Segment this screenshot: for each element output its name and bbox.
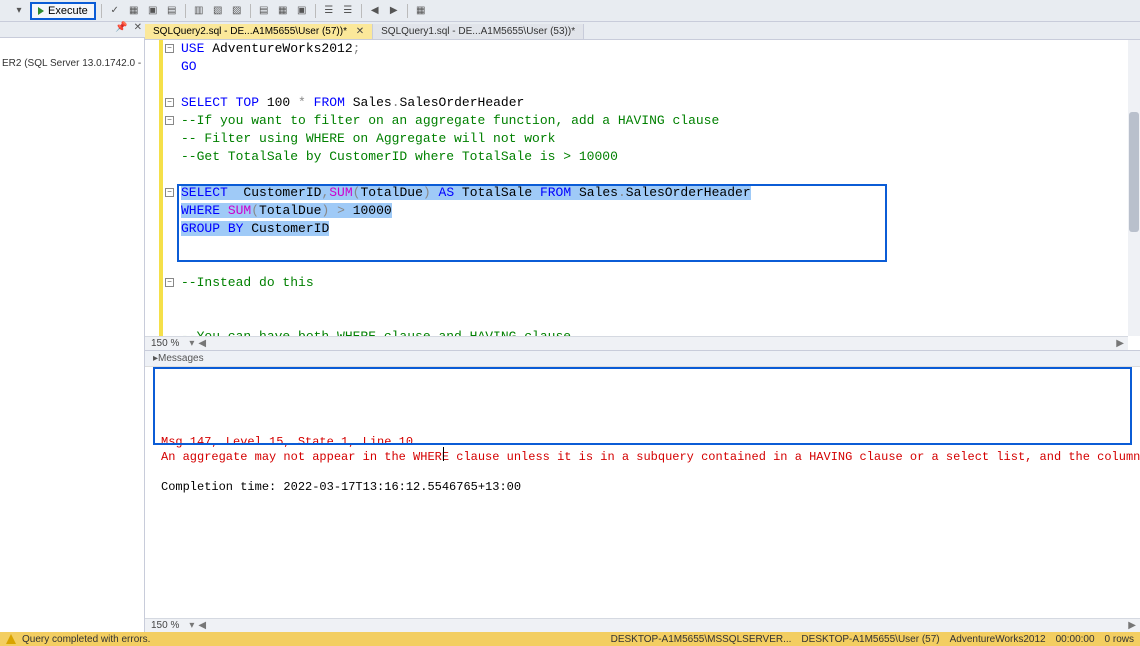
messages-horizontal-scrollbar[interactable]: 150 % ▾ ◀ ▶	[145, 618, 1140, 632]
uncomment-icon[interactable]: ☰	[340, 3, 356, 19]
editor-line[interactable]: −SELECT CustomerID,SUM(TotalDue) AS Tota…	[181, 184, 1128, 202]
close-icon[interactable]: ✕	[356, 26, 364, 37]
parse-icon[interactable]: ✓	[107, 3, 123, 19]
editor-line[interactable]: GO	[181, 58, 1128, 76]
messages-tab-label: Messages	[158, 353, 204, 364]
file-tabs: SQLQuery2.sql - DE...A1M5655\User (57))*…	[145, 22, 1140, 40]
editor-vertical-scrollbar[interactable]	[1128, 40, 1140, 336]
editor-zoom-level[interactable]: 150 %	[145, 338, 185, 349]
live-stats-icon[interactable]: ▧	[210, 3, 226, 19]
fold-toggle-icon[interactable]: −	[165, 116, 174, 125]
messages-body[interactable]: Msg 147, Level 15, State 1, Line 10An ag…	[145, 367, 1140, 618]
editor-line[interactable]: GROUP BY CustomerID	[181, 220, 1128, 238]
status-message: Query completed with errors.	[22, 634, 150, 645]
warning-icon	[6, 634, 16, 644]
editor-line[interactable]: −--Instead do this	[181, 274, 1128, 292]
fold-toggle-icon[interactable]: −	[165, 188, 174, 197]
decrease-indent-icon[interactable]: ◀	[367, 3, 383, 19]
object-explorer-tabrow: 📌 ✕	[0, 22, 145, 38]
results-to-text-icon[interactable]: ▤	[256, 3, 272, 19]
editor-line[interactable]	[181, 166, 1128, 184]
editor-line[interactable]: -- Filter using WHERE on Aggregate will …	[181, 130, 1128, 148]
editor-line[interactable]: --Get TotalSale by CustomerID where Tota…	[181, 148, 1128, 166]
object-explorer-body[interactable]: ER2 (SQL Server 13.0.1742.0 - DESKTOP-A	[0, 38, 145, 632]
specify-values-icon[interactable]: ▦	[413, 3, 429, 19]
editor-line[interactable]	[181, 76, 1128, 94]
editor-line[interactable]	[181, 310, 1128, 328]
editor-line[interactable]: WHERE SUM(TotalDue) > 10000	[181, 202, 1128, 220]
main-area: SQLQuery2.sql - DE...A1M5655\User (57))*…	[145, 22, 1140, 632]
intellisense-icon[interactable]: ▤	[164, 3, 180, 19]
comment-icon[interactable]: ☰	[321, 3, 337, 19]
pin-icon[interactable]: 📌	[112, 22, 130, 37]
fold-toggle-icon[interactable]: −	[165, 278, 174, 287]
increase-indent-icon[interactable]: ▶	[386, 3, 402, 19]
message-line: Msg 147, Level 15, State 1, Line 10	[161, 435, 1124, 450]
sql-editor[interactable]: −USE AdventureWorks2012;GO −SELECT TOP 1…	[145, 40, 1140, 350]
toolbar: ▾ Execute ✓ ▦ ▣ ▤ ▥ ▧ ▨ ▤ ▦ ▣ ☰ ☰ ◀ ▶ ▦	[0, 0, 1140, 22]
editor-line[interactable]: −USE AdventureWorks2012;	[181, 40, 1128, 58]
tab-label: SQLQuery2.sql - DE...A1M5655\User (57))*	[153, 26, 347, 37]
fold-toggle-icon[interactable]: −	[165, 98, 174, 107]
tab-sqlquery1[interactable]: SQLQuery1.sql - DE...A1M5655\User (53))*	[373, 24, 584, 39]
tab-label: SQLQuery1.sql - DE...A1M5655\User (53))*	[381, 26, 575, 37]
messages-tab[interactable]: ▸ Messages	[145, 351, 1140, 367]
message-line	[161, 465, 1124, 480]
results-panel: ▸ Messages Msg 147, Level 15, State 1, L…	[145, 350, 1140, 632]
include-plan-icon[interactable]: ▥	[191, 3, 207, 19]
status-server: DESKTOP-A1M5655\MSSQLSERVER...	[611, 634, 792, 645]
status-bar: Query completed with errors. DESKTOP-A1M…	[0, 632, 1140, 646]
results-to-file-icon[interactable]: ▣	[294, 3, 310, 19]
tab-sqlquery2[interactable]: SQLQuery2.sql - DE...A1M5655\User (57))*…	[145, 24, 373, 39]
status-rows: 0 rows	[1105, 634, 1134, 645]
editor-line[interactable]	[181, 292, 1128, 310]
dropdown-arrow-icon[interactable]: ▾	[11, 3, 27, 19]
editor-line[interactable]: −SELECT TOP 100 * FROM Sales.SalesOrderH…	[181, 94, 1128, 112]
text-cursor	[443, 447, 444, 461]
status-elapsed: 00:00:00	[1056, 634, 1095, 645]
fold-toggle-icon[interactable]: −	[165, 44, 174, 53]
editor-line[interactable]: −--If you want to filter on an aggregate…	[181, 112, 1128, 130]
play-icon	[38, 7, 44, 15]
results-to-grid-icon[interactable]: ▦	[275, 3, 291, 19]
close-icon[interactable]: ✕	[131, 22, 145, 37]
client-stats-icon[interactable]: ▨	[229, 3, 245, 19]
messages-zoom-level[interactable]: 150 %	[145, 620, 185, 631]
execute-label: Execute	[48, 5, 88, 17]
status-database: AdventureWorks2012	[950, 634, 1046, 645]
highlighted-messages-box	[153, 367, 1132, 445]
editor-line[interactable]	[181, 238, 1128, 256]
message-line: Completion time: 2022-03-17T13:16:12.554…	[161, 480, 1124, 495]
editor-horizontal-scrollbar[interactable]: 150 % ▾ ◀ ▶	[145, 336, 1128, 350]
editor-line[interactable]	[181, 256, 1128, 274]
message-line: An aggregate may not appear in the WHERE…	[161, 450, 1124, 465]
server-node[interactable]: ER2 (SQL Server 13.0.1742.0 - DESKTOP-A	[2, 58, 142, 69]
execute-button[interactable]: Execute	[30, 2, 96, 20]
editor-content[interactable]: −USE AdventureWorks2012;GO −SELECT TOP 1…	[145, 40, 1128, 336]
query-options-icon[interactable]: ▣	[145, 3, 161, 19]
estimated-plan-icon[interactable]: ▦	[126, 3, 142, 19]
status-user: DESKTOP-A1M5655\User (57)	[801, 634, 939, 645]
